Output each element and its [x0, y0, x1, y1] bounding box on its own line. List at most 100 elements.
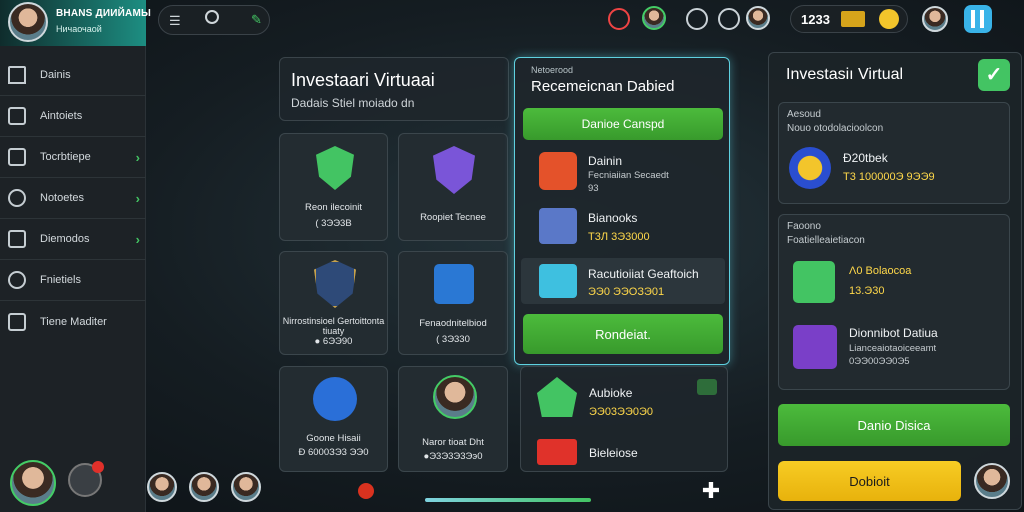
- panel-tag: Netoerood: [531, 65, 574, 75]
- friend-avatar-2[interactable]: [189, 472, 219, 502]
- panel-title: Investaari Virtuaai: [291, 70, 435, 90]
- chart-icon: [434, 264, 474, 304]
- account-avatar[interactable]: [922, 6, 948, 32]
- monitor-icon: [539, 208, 577, 244]
- recommendation-panel: Netoerood Recemeicnan Dabied Danioe Cans…: [514, 57, 730, 365]
- row-title: Bianooks: [588, 211, 638, 225]
- notification-avatar[interactable]: [68, 461, 104, 497]
- coin-balance[interactable]: 1233: [790, 5, 908, 33]
- tile-value: ● 6ЭЭ90: [314, 336, 353, 347]
- asset-tile-3[interactable]: Fenaodnitelbiod ( 3Э330: [398, 251, 508, 355]
- sidebar-item-5[interactable]: Fnietiels: [0, 260, 146, 301]
- section2-card: Faoono Foatielleaietiacon Λ0 Bolaocoa 13…: [778, 214, 1010, 390]
- sidebar-item-label: Notoetes: [40, 192, 85, 204]
- house-icon: [537, 377, 577, 417]
- status-chip[interactable]: [697, 379, 717, 395]
- sidebar-item-label: Dainis: [40, 69, 71, 81]
- sidebar-item-1[interactable]: Aintoiets: [0, 96, 146, 137]
- progress-bar: [425, 498, 591, 502]
- tile-label: Naror tioat Dht: [422, 437, 484, 448]
- tile-label: Fenaodnitelbiod: [419, 318, 487, 329]
- tile-label: Goone Hisaii: [306, 433, 361, 444]
- item-title: Ð20tbek: [843, 151, 888, 165]
- notification-icon[interactable]: [608, 8, 630, 30]
- chart-growth-icon: [793, 261, 835, 303]
- friend-avatar-1[interactable]: [147, 472, 177, 502]
- coin-count: 1233: [801, 12, 830, 27]
- asset-tile-1[interactable]: Roopiet Tecnee: [398, 133, 508, 241]
- row-value: 0ЭЭ00ЭЭ0Э5: [849, 356, 910, 367]
- device-icon: [539, 264, 577, 298]
- asset-tile-2[interactable]: Nirrostinsioel Gertoittonta tiuaty ● 6ЭЭ…: [279, 251, 388, 355]
- primary-button[interactable]: Danio Disica: [778, 404, 1010, 446]
- search-icon[interactable]: [205, 10, 219, 24]
- shield-box-icon: [314, 260, 356, 308]
- sidebar-item-4[interactable]: Diemodos ›: [0, 219, 146, 260]
- contact-avatar[interactable]: [746, 6, 770, 30]
- coin-icon: [789, 147, 831, 189]
- alert-icon[interactable]: [358, 483, 374, 499]
- friend-avatar[interactable]: [642, 6, 666, 30]
- sidebar-item-label: Fnietiels: [40, 274, 81, 286]
- chevron-right-icon: ›: [135, 149, 140, 165]
- sidebar-item-2[interactable]: Tocrbtiepe ›: [0, 137, 146, 178]
- asset-tile-0[interactable]: Reon ilecoinit ( 3ЭЭ3В: [279, 133, 388, 241]
- scissors-icon: [8, 189, 26, 207]
- list-icon: [8, 107, 26, 125]
- shield-gem-icon: [433, 146, 475, 194]
- terminal-icon: [8, 312, 26, 331]
- row-subtitle: Fecniaiian Secaedt: [588, 170, 669, 181]
- sidebar-item-label: Diemodos: [40, 233, 90, 245]
- friend-avatar-3[interactable]: [231, 472, 261, 502]
- sidebar-item-label: Tiene Maditer: [40, 315, 107, 328]
- tile-value: ( 3ЭЭ3В: [315, 218, 352, 229]
- tile-label: Nirrostinsioel Gertoittonta tiuaty: [282, 316, 385, 336]
- sidebar-item-label: Aintoiets: [40, 110, 83, 122]
- support-icon[interactable]: [686, 8, 708, 30]
- profile-name: BHANS ДИИЙАМЫ: [56, 8, 151, 19]
- section1-card[interactable]: Aesoud Nouo otodolacioolcon Ð20tbek Т3 1…: [778, 102, 1010, 204]
- row-title: Λ0 Bolaocoa: [849, 265, 912, 277]
- row-value: 93: [588, 183, 599, 194]
- menu-icon[interactable]: ☰: [169, 13, 181, 29]
- apps-icon: [793, 325, 837, 369]
- top-action-button[interactable]: Danioe Canspd: [523, 108, 723, 140]
- row-value: ЭЭ0 ЭЭОЗЭ01: [588, 286, 665, 298]
- sidebar-item-3[interactable]: Notoetes ›: [0, 178, 146, 219]
- row-title: Dainin: [588, 154, 623, 168]
- section-subtitle: Nouo otodolacioolcon: [787, 123, 884, 134]
- panel-title: Recemeicnan Dabied: [531, 78, 675, 95]
- search-bar[interactable]: ☰ ✎: [158, 5, 270, 35]
- pen-icon[interactable]: ✎: [251, 12, 262, 28]
- card-icon: [539, 152, 577, 190]
- tile-value: Ð 6000ЗЭ3 ЭЭ0: [298, 447, 369, 458]
- profile-subtitle: Ничаочаой: [56, 24, 102, 34]
- sidebar-item-label: Tocrbtiepe: [40, 151, 91, 163]
- badge-icon: [92, 461, 104, 473]
- menu-grid-icon[interactable]: [964, 5, 992, 33]
- plane-icon: [313, 377, 357, 421]
- asset-tile-4[interactable]: Goone Hisaii Ð 6000ЗЭ3 ЭЭ0: [279, 366, 388, 472]
- sidebar-item-0[interactable]: Dainis: [0, 55, 146, 96]
- gold-bars-icon: [841, 11, 865, 27]
- section-tag: Aesoud: [787, 109, 821, 120]
- tile-label: Reon ilecoinit: [304, 202, 363, 213]
- clock-icon[interactable]: [718, 8, 740, 30]
- shield-check-icon: [316, 146, 354, 190]
- row-value: 13.Э30: [849, 285, 885, 297]
- sidebar-item-6[interactable]: Tiene Maditer: [0, 301, 146, 342]
- profile-avatar[interactable]: [8, 2, 48, 42]
- document-icon: [8, 148, 26, 166]
- user-avatar-small[interactable]: [974, 463, 1010, 499]
- check-icon[interactable]: ✓: [978, 59, 1010, 91]
- tile-value: ●Э3Э3Э3Ээ0: [423, 451, 483, 462]
- extra-list-panel: Aubioke ЭЭ03ЭЭ0Э0 Bieleiose: [520, 366, 728, 472]
- user-avatar[interactable]: [10, 460, 56, 506]
- info-icon: [8, 271, 26, 289]
- bottom-action-button[interactable]: Rondeiat.: [523, 314, 723, 354]
- home-icon: [8, 66, 26, 84]
- add-icon[interactable]: ✚: [700, 480, 722, 502]
- secondary-button[interactable]: Dobioit: [778, 461, 961, 501]
- asset-tile-5[interactable]: Naror tioat Dht ●Э3Э3Э3Ээ0: [398, 366, 508, 472]
- chevron-right-icon: ›: [135, 231, 140, 247]
